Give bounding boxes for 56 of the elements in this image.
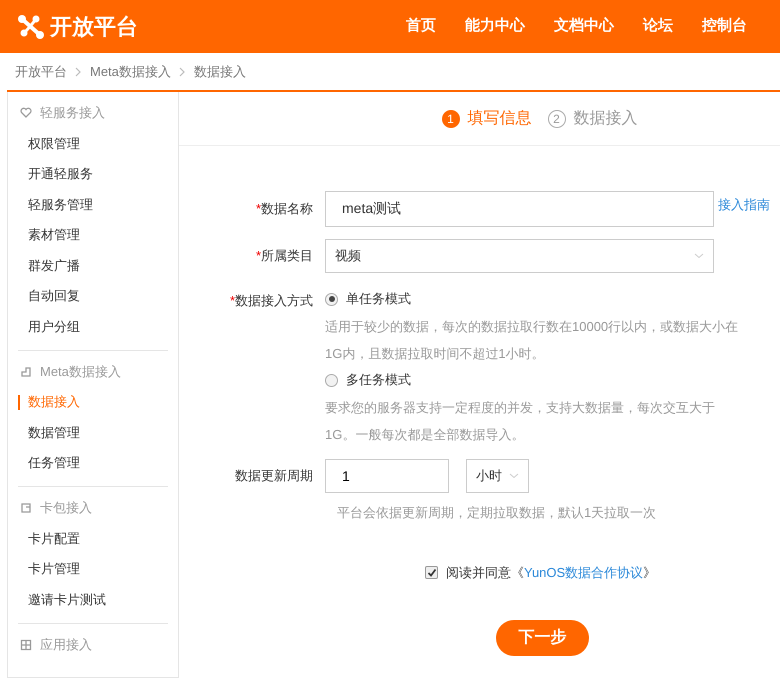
field-label: 数据更新周期 xyxy=(235,468,313,484)
heart-icon xyxy=(20,107,32,119)
required-mark: * xyxy=(256,201,261,216)
logo-icon xyxy=(16,12,46,40)
sidebar-item[interactable]: 素材管理 xyxy=(8,220,168,250)
sidebar-item[interactable]: 卡片管理 xyxy=(8,554,168,584)
required-mark: * xyxy=(256,248,261,264)
agreement-link[interactable]: YunOS数据合作协议 xyxy=(524,564,644,580)
radio-button[interactable] xyxy=(325,292,338,306)
sidebar-item[interactable]: 权限管理 xyxy=(8,128,168,158)
field-label: 所属类目 xyxy=(261,248,313,264)
sidebar-item[interactable]: 数据管理 xyxy=(8,417,168,448)
step-label: 填写信息 xyxy=(468,108,532,128)
breadcrumb-link[interactable]: Meta数据接入 xyxy=(90,62,171,82)
unit-select[interactable]: 小时 xyxy=(466,459,529,493)
option-label: 多任务模式 xyxy=(346,371,411,390)
section-title: 轻服务接入 xyxy=(40,104,105,122)
sidebar-item[interactable]: 用户分组 xyxy=(8,311,168,342)
grid-icon xyxy=(20,638,32,650)
period-hint: 平台会依据更新周期，定期拉取数据，默认1天拉取一次 xyxy=(337,504,658,522)
sidebar-item[interactable]: 邀请卡片测试 xyxy=(8,584,168,614)
option-label: 单任务模式 xyxy=(346,290,411,308)
step-number: 1 xyxy=(442,110,460,128)
sidebar-item[interactable]: 任务管理 xyxy=(8,448,168,478)
corner-icon xyxy=(20,366,32,378)
sidebar-item[interactable]: 轻服务管理 xyxy=(8,189,168,220)
radio-button[interactable] xyxy=(325,374,338,386)
sidebar-item[interactable]: 自动回复 xyxy=(8,280,168,311)
field-label: 数据名称 xyxy=(261,201,313,216)
sidebar-item[interactable]: 群发广播 xyxy=(8,250,168,280)
name-field[interactable]: meta测试 xyxy=(325,191,714,227)
step-number: 2 xyxy=(548,110,566,128)
breadcrumb-link[interactable]: 开放平台 xyxy=(15,62,67,82)
field-label: 数据接入方式 xyxy=(235,293,313,308)
card-icon xyxy=(20,502,32,514)
agreement-text: 阅读并同意《YunOS数据合作协议》 xyxy=(446,564,656,582)
step-label: 数据接入 xyxy=(574,108,638,128)
sidebar-item[interactable]: 卡片配置 xyxy=(8,523,168,554)
guide-link[interactable]: 接入指南 xyxy=(718,195,770,214)
checkbox[interactable] xyxy=(425,566,438,579)
section-title: 应用接入 xyxy=(40,636,92,654)
sidebar-item[interactable]: 开通轻服务 xyxy=(8,158,168,189)
chevron-down-icon xyxy=(694,253,704,259)
section-title: Meta数据接入 xyxy=(40,362,121,381)
period-field[interactable]: 1 xyxy=(325,459,449,493)
chevron-icon xyxy=(178,66,186,76)
required-mark: * xyxy=(230,293,235,308)
option-description: 适用于较少的数据，每次的数据拉取行数在10000行以内，或数据大小在1G内，且数据拉取时间不超过1小时。 xyxy=(325,318,740,363)
chevron-down-icon xyxy=(509,473,519,479)
check-icon xyxy=(426,568,436,577)
section-title: 卡包接入 xyxy=(40,499,92,518)
option-description: 要求您的服务器支持一定程度的并发，支持大数据量，每次交互大于1G。一般每次都是全部数据导入。 xyxy=(325,399,716,444)
breadcrumb-link[interactable]: 数据接入 xyxy=(194,62,246,82)
category-select[interactable]: 视频 xyxy=(325,239,714,273)
logo-text: 开放平台 xyxy=(50,13,138,41)
chevron-icon xyxy=(75,66,82,76)
